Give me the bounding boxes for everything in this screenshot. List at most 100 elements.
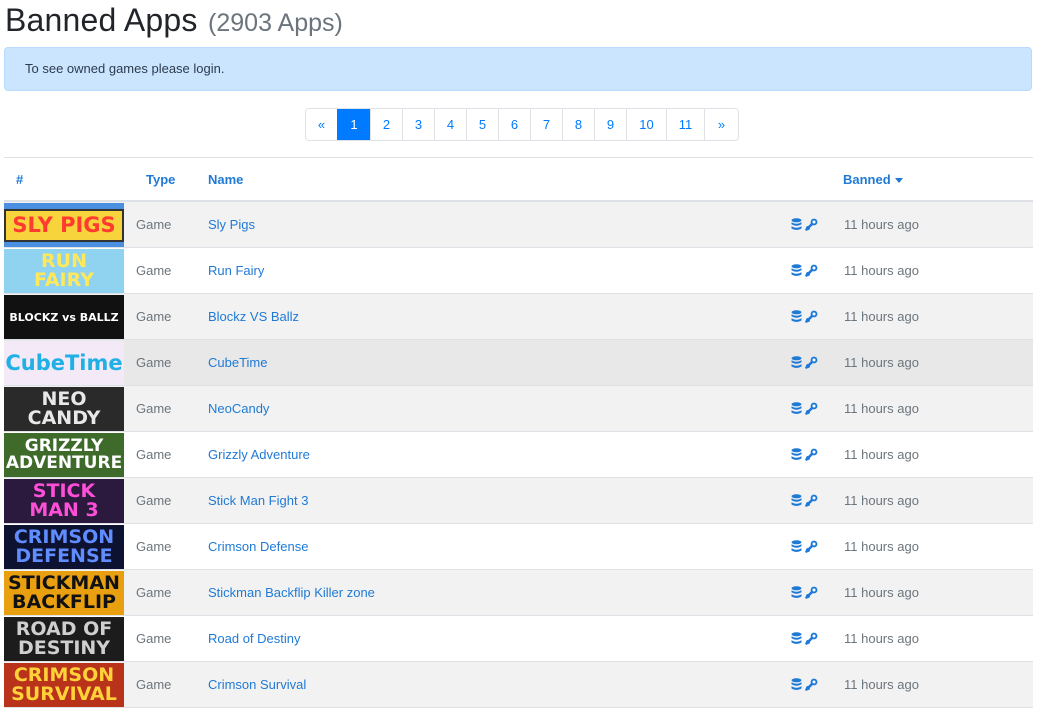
app-name-link[interactable]: Blockz VS Ballz (208, 294, 299, 340)
page-title: Banned Apps (5, 2, 198, 38)
page-7[interactable]: 7 (530, 109, 562, 140)
database-icon[interactable] (791, 632, 802, 645)
thumbnail-text: DESTINY (17, 637, 111, 659)
steam-icon[interactable] (805, 494, 818, 507)
row-action-icons (791, 586, 818, 599)
game-thumbnail[interactable]: BLOCKZ vs BALLZ (4, 295, 124, 339)
col-name[interactable]: Name (208, 158, 243, 201)
banned-time: 11 hours ago (844, 493, 919, 508)
thumbnail-text: BACKFLIP (12, 591, 116, 613)
app-name-link[interactable]: Crimson Survival (208, 662, 306, 708)
steam-icon[interactable] (805, 678, 818, 691)
row-action-icons (791, 402, 818, 415)
page-4[interactable]: 4 (434, 109, 466, 140)
table-row[interactable]: CRIMSON SURVIVAL Game Crimson Survival 11 ho… (4, 662, 1033, 708)
col-number[interactable]: # (16, 158, 23, 201)
game-thumbnail[interactable]: GRIZZLY ADVENTURE (4, 433, 124, 477)
database-icon[interactable] (791, 586, 802, 599)
steam-icon[interactable] (805, 632, 818, 645)
game-thumbnail[interactable]: SLY PIGS (4, 203, 124, 247)
page-5[interactable]: 5 (466, 109, 498, 140)
app-name-link[interactable]: Grizzly Adventure (208, 432, 310, 478)
row-action-icons (791, 448, 818, 461)
database-icon[interactable] (791, 678, 802, 691)
game-thumbnail[interactable]: CRIMSON SURVIVAL (4, 663, 124, 707)
steam-icon[interactable] (805, 310, 818, 323)
app-type: Game (136, 539, 172, 554)
page-prev[interactable]: « (306, 109, 337, 140)
login-alert: To see owned games please login. (4, 47, 1032, 91)
caret-down-icon (894, 178, 903, 184)
game-thumbnail[interactable]: STICK MAN 3 (4, 479, 124, 523)
page-10[interactable]: 10 (626, 109, 666, 140)
database-icon[interactable] (791, 448, 802, 461)
steam-icon[interactable] (805, 448, 818, 461)
game-thumbnail[interactable]: NEO CANDY (4, 387, 124, 431)
steam-icon[interactable] (805, 586, 818, 599)
database-icon[interactable] (791, 218, 802, 231)
app-type: Game (136, 263, 172, 278)
table-header: # Type Name Banned (4, 157, 1033, 202)
app-name-link[interactable]: Sly Pigs (208, 202, 255, 248)
row-action-icons (791, 356, 818, 369)
app-name-link[interactable]: Stick Man Fight 3 (208, 478, 308, 524)
app-name-link[interactable]: Stickman Backflip Killer zone (208, 570, 375, 616)
game-thumbnail[interactable]: STICKMAN BACKFLIP (4, 571, 124, 615)
app-name-link[interactable]: Run Fairy (208, 248, 264, 294)
page-6[interactable]: 6 (498, 109, 530, 140)
database-icon[interactable] (791, 402, 802, 415)
row-action-icons (791, 264, 818, 277)
page-2[interactable]: 2 (370, 109, 402, 140)
table-row[interactable]: GRIZZLY ADVENTURE Game Grizzly Adventure 11 … (4, 432, 1033, 478)
table-row[interactable]: CubeTime Game CubeTime 11 hours ago (4, 340, 1033, 386)
thumbnail-text: BLOCKZ vs BALLZ (9, 310, 119, 324)
thumbnail-text: CubeTime (5, 350, 123, 375)
table-row[interactable]: BLOCKZ vs BALLZ Game Blockz VS Ballz 11 hou… (4, 294, 1033, 340)
page-9[interactable]: 9 (594, 109, 626, 140)
database-icon[interactable] (791, 310, 802, 323)
database-icon[interactable] (791, 494, 802, 507)
table-row[interactable]: STICK MAN 3 Game Stick Man Fight 3 11 hours … (4, 478, 1033, 524)
col-banned[interactable]: Banned (843, 158, 903, 201)
database-icon[interactable] (791, 264, 802, 277)
game-thumbnail[interactable]: RUN FAIRY (4, 249, 124, 293)
pagination: « 1 2 3 4 5 6 7 8 9 10 11 » (305, 108, 739, 141)
banned-time: 11 hours ago (844, 631, 919, 646)
page-next[interactable]: » (704, 109, 738, 140)
database-icon[interactable] (791, 540, 802, 553)
page-11[interactable]: 11 (666, 109, 704, 140)
game-thumbnail[interactable]: ROAD OF DESTINY (4, 617, 124, 661)
app-type: Game (136, 631, 172, 646)
app-type: Game (136, 309, 172, 324)
database-icon[interactable] (791, 356, 802, 369)
table-row[interactable]: CRIMSON DEFENSE Game Crimson Defense 11 hour… (4, 524, 1033, 570)
app-name-link[interactable]: NeoCandy (208, 386, 269, 432)
table-row[interactable]: NEO CANDY Game NeoCandy 11 hours ago (4, 386, 1033, 432)
banned-time: 11 hours ago (844, 539, 919, 554)
page-3[interactable]: 3 (402, 109, 434, 140)
table-row[interactable]: SLY PIGS Game Sly Pigs 11 hours ago (4, 202, 1033, 248)
app-name-link[interactable]: Crimson Defense (208, 524, 308, 570)
banned-time: 11 hours ago (844, 217, 919, 232)
app-name-link[interactable]: CubeTime (208, 340, 267, 386)
game-thumbnail[interactable]: CubeTime (4, 341, 124, 385)
steam-icon[interactable] (805, 540, 818, 553)
steam-icon[interactable] (805, 218, 818, 231)
page-1[interactable]: 1 (337, 109, 370, 140)
steam-icon[interactable] (805, 356, 818, 369)
table-row[interactable]: RUN FAIRY Game Run Fairy 11 hours ago (4, 248, 1033, 294)
col-type[interactable]: Type (146, 158, 175, 201)
thumbnail-text: SURVIVAL (11, 683, 117, 705)
steam-icon[interactable] (805, 402, 818, 415)
game-thumbnail[interactable]: CRIMSON DEFENSE (4, 525, 124, 569)
app-type: Game (136, 217, 172, 232)
page-8[interactable]: 8 (562, 109, 594, 140)
thumbnail-text: SLY PIGS (12, 212, 116, 237)
table-row[interactable]: ROAD OF DESTINY Game Road of Destiny 11 hour… (4, 616, 1033, 662)
steam-icon[interactable] (805, 264, 818, 277)
table-row[interactable]: STICKMAN BACKFLIP Game Stickman Backflip Ki… (4, 570, 1033, 616)
app-name-link[interactable]: Road of Destiny (208, 616, 301, 662)
apps-table-body: SLY PIGS Game Sly Pigs 11 hours ago RUN FAIRY… (4, 202, 1033, 708)
app-count: (2903 Apps) (208, 9, 343, 37)
row-action-icons (791, 494, 818, 507)
